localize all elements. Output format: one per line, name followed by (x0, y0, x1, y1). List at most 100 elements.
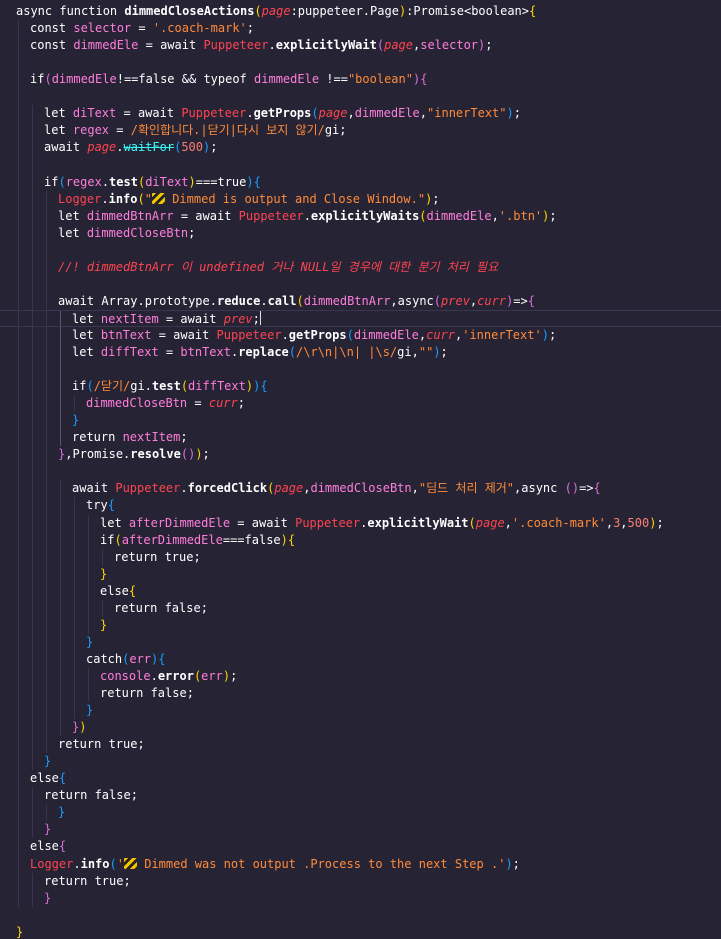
code-token: if (100, 532, 115, 547)
code-line[interactable]: await page.waitFor(500); (16, 139, 217, 156)
code-line[interactable]: let dimmedCloseBtn; (16, 225, 195, 242)
code-token: { (527, 293, 535, 308)
code-line[interactable]: return false; (16, 600, 208, 617)
code-line[interactable]: return true; (16, 873, 131, 890)
code-line[interactable]: } (16, 924, 23, 939)
code-token: false (164, 600, 201, 615)
code-line[interactable]: let btnText = await Puppeteer.getProps(d… (16, 327, 556, 344)
code-line[interactable]: let dimmedBtnArr = await Puppeteer.expli… (16, 208, 557, 225)
code-token: ; (339, 123, 347, 138)
code-line[interactable]: } (16, 412, 79, 429)
code-line[interactable]: await Array.prototype.reduce.call(dimmed… (16, 293, 535, 310)
code-line-current[interactable]: let nextItem = await prev; (0, 309, 721, 327)
code-line[interactable]: } (16, 753, 51, 770)
code-line[interactable]: } (16, 804, 65, 821)
code-token: Puppeteer (238, 208, 304, 223)
code-line[interactable]: if(regex.test(diText)===true){ (16, 174, 261, 191)
code-line[interactable]: let regex = /확인합니다.|닫기|다시 보지 않기/gi; (16, 122, 347, 139)
code-token: } (100, 617, 108, 632)
code-token: false (94, 788, 131, 803)
code-token: await (180, 311, 224, 326)
code-line[interactable]: let diffText = btnText.replace(/\r\n|\n|… (16, 344, 448, 361)
code-line[interactable]: return nextItem; (16, 429, 188, 446)
code-token: await (137, 106, 182, 121)
code-token: ; (193, 549, 201, 564)
code-token: { (128, 583, 137, 598)
code-line[interactable]: const selector = '.coach-mark'; (16, 20, 254, 37)
code-token: , (418, 327, 427, 342)
code-line[interactable]: Logger.info(' Dimmed was not output .Pro… (16, 856, 520, 873)
code-token: else (30, 771, 59, 786)
code-token: dimmedCloseActions (124, 4, 255, 18)
code-token: ( (137, 191, 145, 206)
code-line[interactable]: return false; (16, 787, 138, 804)
code-token: await (72, 481, 116, 496)
code-line[interactable]: return true; (16, 549, 201, 566)
code-line[interactable]: try{ (16, 497, 115, 514)
code-line[interactable]: dimmedCloseBtn = curr; (16, 395, 245, 412)
code-token: Puppeteer (295, 515, 361, 530)
code-token: else (100, 583, 129, 598)
code-token: await (173, 327, 217, 342)
code-token: 500 (627, 515, 650, 530)
code-line[interactable]: if(/닫기/gi.test(diffText)){ (16, 378, 268, 395)
code-token: let (58, 208, 87, 223)
code-line[interactable]: Logger.info(" Dimmed is output and Close… (16, 191, 440, 208)
code-token: diffText (188, 379, 246, 394)
code-token: () (180, 447, 196, 462)
code-line[interactable]: else{ (16, 583, 136, 600)
code-token: async (521, 481, 565, 496)
code-line[interactable]: } (16, 702, 93, 719)
code-token: curr (426, 327, 455, 342)
code-line[interactable]: async function dimmedCloseActions(page:p… (16, 3, 536, 20)
code-token: ) (505, 856, 513, 871)
code-line[interactable]: let afterDimmedEle = await Puppeteer.exp… (16, 515, 664, 532)
code-line[interactable]: let diText = await Puppeteer.getProps(pa… (16, 105, 521, 122)
code-token: '.btn' (498, 208, 543, 223)
code-token: Dimmed is output and Close Window." (164, 191, 426, 206)
code-token: let (58, 225, 87, 240)
code-token: btnText (180, 345, 231, 359)
code-line[interactable]: return false; (16, 685, 194, 702)
code-token: await (44, 140, 88, 155)
code-line[interactable]: const dimmedEle = await Puppeteer.explic… (16, 37, 493, 54)
code-token: page (318, 106, 348, 121)
code-token: '.coach-mark' (152, 21, 247, 36)
code-token: call (267, 293, 297, 308)
code-line[interactable]: } (16, 566, 107, 583)
code-token: let (72, 345, 101, 359)
code-token: ) (79, 720, 87, 735)
code-token: ( (180, 379, 189, 394)
construction-icon (123, 857, 137, 869)
code-token: "innerText" (427, 106, 507, 121)
code-token: " (144, 191, 152, 206)
code-line[interactable]: } (16, 890, 51, 907)
code-line[interactable]: if(afterDimmedEle===false){ (16, 532, 295, 549)
code-line[interactable]: else{ (16, 838, 66, 855)
code-line[interactable]: },Promise.resolve()); (16, 446, 210, 463)
code-token: await (160, 38, 204, 53)
code-token: "" (418, 345, 434, 359)
code-line[interactable] (16, 907, 30, 924)
code-line[interactable]: console.error(err); (16, 668, 237, 685)
code-token: } (72, 413, 80, 428)
code-token: ( (288, 345, 297, 359)
code-token: { (158, 651, 166, 666)
code-line[interactable]: }) (16, 719, 86, 736)
code-editor[interactable]: async function dimmedCloseActions(page:p… (0, 0, 721, 939)
code-line[interactable]: } (16, 821, 51, 838)
code-token: false (150, 686, 187, 700)
code-line[interactable]: else{ (16, 770, 66, 787)
code-line[interactable]: await Puppeteer.forcedClick(page,dimmedC… (16, 480, 601, 497)
code-line[interactable]: if(dimmedEle!==false && typeof dimmedEle… (16, 71, 427, 88)
code-line[interactable]: catch(err){ (16, 651, 166, 668)
code-line[interactable]: //! dimmedBtnArr 이 undefined 거나 NULL일 경우… (16, 259, 498, 276)
code-token: gi (397, 345, 412, 359)
code-token: Logger (58, 191, 102, 206)
code-token: ; (186, 686, 194, 700)
code-line[interactable]: } (16, 617, 107, 634)
code-token: ( (376, 38, 385, 53)
code-token: ; (246, 21, 254, 36)
code-line[interactable]: return true; (16, 736, 145, 753)
code-line[interactable]: } (16, 634, 93, 651)
